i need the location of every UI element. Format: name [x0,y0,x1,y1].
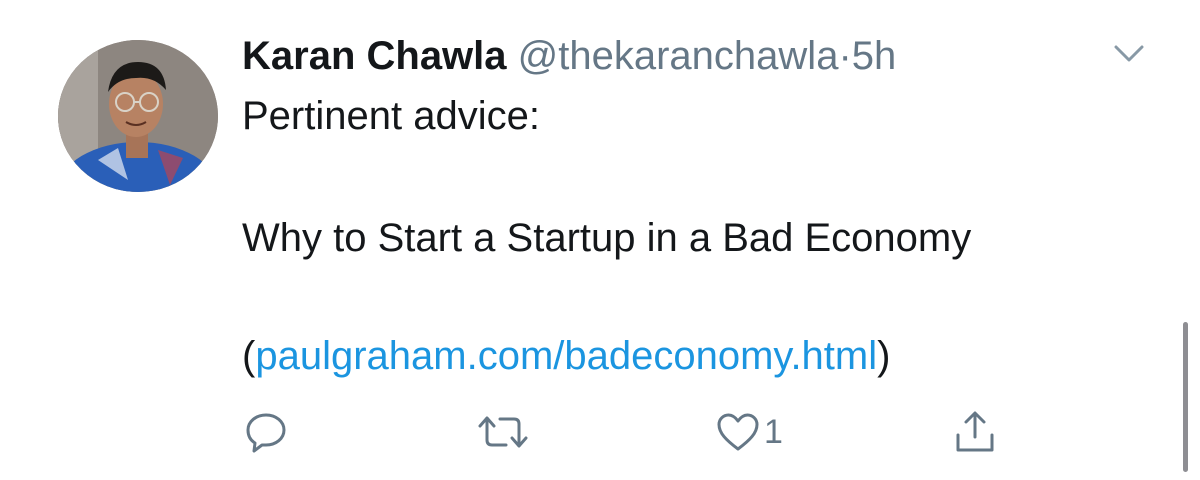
reply-icon [246,413,286,453]
retweet-button[interactable] [476,410,530,454]
link-open-paren: ( [242,334,256,378]
like-button[interactable]: 1 [716,410,783,454]
author-name[interactable]: Karan Chawla [242,34,507,78]
tweet-link-line: (paulgraham.com/badeconomy.html) [242,332,890,380]
avatar-photo [58,40,218,192]
share-button[interactable] [953,410,997,454]
scrollbar-thumb[interactable] [1183,322,1188,472]
avatar[interactable] [58,40,218,192]
retweet-icon [478,416,528,448]
time-separator: · [838,34,852,78]
heart-icon [717,413,759,451]
tweet-text-line-2: Why to Start a Startup in a Bad Economy [242,216,972,260]
like-count: 1 [764,413,783,451]
chevron-down-icon[interactable] [1113,42,1145,66]
reply-button[interactable] [244,410,288,454]
tweet-timestamp[interactable]: 5h [852,34,897,78]
share-icon [956,411,994,452]
tweet-header: Karan Chawla @thekaranchawla·5h [242,30,896,82]
tweet-text-line-1: Pertinent advice: [242,94,540,138]
link-close-paren: ) [877,334,891,378]
author-handle[interactable]: @thekaranchawla [518,34,839,78]
tweet-card[interactable]: Karan Chawla @thekaranchawla·5h Pertinen… [0,0,1200,480]
tweet-link[interactable]: paulgraham.com/badeconomy.html [255,334,877,378]
